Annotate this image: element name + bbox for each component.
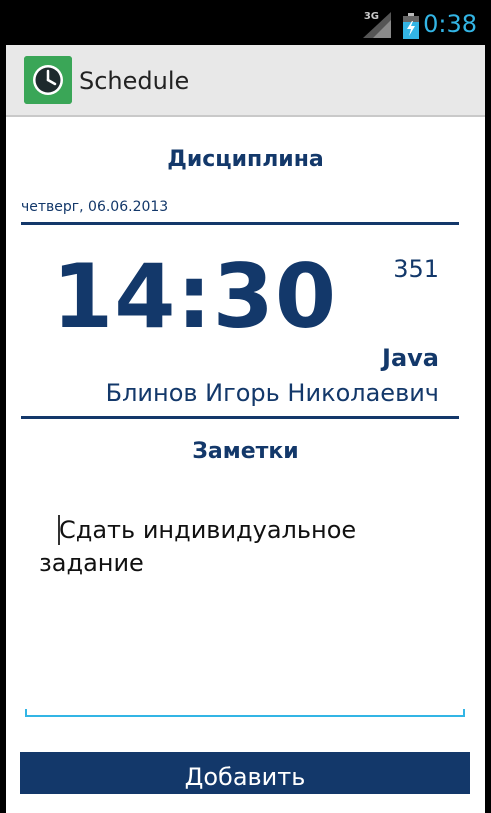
notes-input[interactable]: Сдать индивидуальное задание — [25, 497, 465, 717]
lesson-detail: Дисциплина четверг, 06.06.2013 14:30 351… — [6, 117, 485, 813]
lesson-date: четверг, 06.06.2013 — [21, 199, 169, 215]
teacher-name: Блинов Игорь Николаевич — [105, 379, 439, 407]
clock-icon[interactable] — [24, 56, 72, 104]
lesson-time: 14:30 — [52, 245, 338, 348]
divider — [21, 222, 459, 225]
notes-heading: Заметки — [192, 439, 299, 464]
action-bar: Schedule — [6, 45, 485, 117]
signal-icon — [363, 12, 391, 38]
status-clock: 0:38 — [423, 10, 477, 38]
status-bar: 3G 0:38 — [0, 0, 491, 45]
add-button[interactable]: Добавить — [20, 752, 470, 794]
app-title: Schedule — [79, 67, 190, 95]
discipline-heading: Дисциплина — [167, 147, 324, 172]
room-number: 351 — [393, 255, 439, 283]
notes-input-value: Сдать индивидуальное задание — [39, 516, 357, 577]
screen: 3G 0:38 Schedule Дисциплина четверг, 06.… — [0, 0, 491, 813]
battery-charging-icon — [403, 13, 419, 39]
subject-name: Java — [382, 344, 439, 372]
divider — [21, 416, 459, 419]
